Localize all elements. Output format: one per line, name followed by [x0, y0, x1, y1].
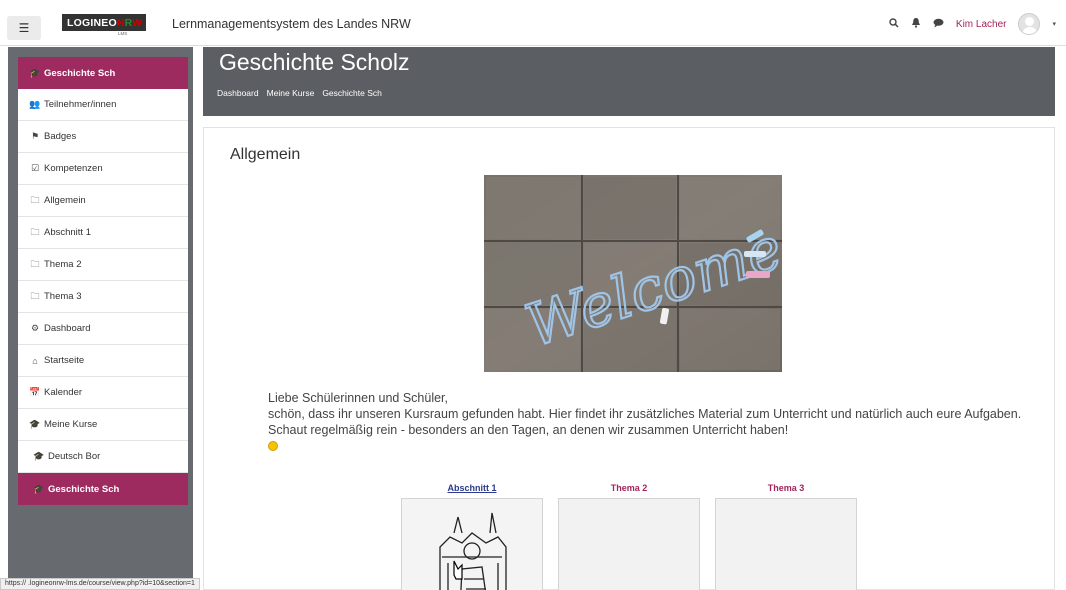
breadcrumb: Dashboard Meine Kurse Geschichte Sch — [217, 88, 382, 98]
sidebar-item-dashboard[interactable]: ⚙ Dashboard — [18, 313, 188, 345]
sidebar-item-label: Geschichte Sch — [44, 67, 116, 79]
folder-icon: 🗀 — [30, 290, 40, 301]
tile-thema-2[interactable]: Thema 2 — [558, 483, 700, 590]
tile-title[interactable]: Thema 2 — [558, 483, 700, 497]
sidebar-item-kalender[interactable]: 📅 Kalender — [18, 377, 188, 409]
tile-title[interactable]: Abschnitt 1 — [401, 483, 543, 497]
intro-text: Liebe Schülerinnen und Schüler, schön, d… — [268, 390, 1048, 455]
checkbox-icon: ☑ — [30, 163, 40, 173]
sidebar-item-badges[interactable]: ⚑ Badges — [18, 121, 188, 153]
user-name[interactable]: Kim Lacher — [956, 19, 1007, 30]
tile-title[interactable]: Thema 3 — [715, 483, 857, 497]
tile-image[interactable] — [715, 498, 857, 590]
logo-w: W — [132, 17, 143, 29]
course-nav: 🎓 Geschichte Sch 👥 Teilnehmer/innen ⚑ Ba… — [18, 57, 188, 313]
calendar-icon: 📅 — [29, 387, 41, 397]
sidebar: 🎓 Geschichte Sch 👥 Teilnehmer/innen ⚑ Ba… — [8, 47, 193, 590]
menu-toggle-button[interactable]: ☰ — [7, 16, 41, 40]
smiley-icon — [268, 441, 278, 451]
sidebar-item-label: Thema 3 — [44, 291, 82, 302]
page-header: Geschichte Scholz Dashboard Meine Kurse … — [203, 47, 1055, 116]
graduation-cap-icon: 🎓 — [29, 67, 41, 78]
section-tiles: Abschnitt 1 Thema 2 Thema 3 — [401, 483, 857, 590]
logo-subtitle: LMS — [118, 31, 128, 36]
sidebar-item-abschnitt-1[interactable]: 🗀 Abschnitt 1 — [18, 217, 188, 249]
users-icon: 👥 — [29, 99, 41, 109]
sidebar-item-label: Abschnitt 1 — [44, 227, 91, 238]
avatar[interactable] — [1018, 13, 1041, 35]
section-title: Allgemein — [230, 146, 301, 163]
sidebar-item-label: Kalender — [44, 387, 83, 398]
sidebar-item-thema-3[interactable]: 🗀 Thema 3 — [18, 281, 188, 313]
home-icon: ⌂ — [32, 355, 38, 366]
tile-image[interactable] — [401, 498, 543, 590]
sidebar-item-label: Kompetenzen — [44, 163, 103, 174]
sidebar-item-label: Teilnehmer/innen — [44, 99, 117, 110]
dashboard-icon: ⚙ — [30, 323, 40, 333]
tile-thema-3[interactable]: Thema 3 — [715, 483, 857, 590]
intro-greeting: Liebe Schülerinnen und Schüler, — [268, 391, 448, 405]
intro-body: schön, dass ihr unseren Kursraum gefunde… — [268, 407, 1022, 437]
sidebar-item-competencies[interactable]: ☑ Kompetenzen — [18, 153, 188, 185]
link-preview-statusbar: https:// .logineonrw-lms.de/course/view.… — [0, 578, 200, 590]
chat-icon[interactable] — [933, 18, 944, 31]
breadcrumb-dashboard[interactable]: Dashboard — [217, 88, 259, 98]
graduation-cap-icon: 🎓 — [29, 419, 41, 429]
graduation-cap-icon: 🎓 — [33, 483, 45, 494]
graduation-cap-icon: 🎓 — [33, 451, 45, 461]
breadcrumb-meine-kurse[interactable]: Meine Kurse — [267, 88, 315, 98]
sidebar-item-deutsch-bor[interactable]: 🎓 Deutsch Bor — [18, 441, 188, 473]
user-nav: Kim Lacher ▾ — [889, 13, 1056, 35]
logo-box: LOGINEONRW — [62, 14, 147, 31]
logo-text: LOGINEO — [67, 17, 117, 29]
page-title: Geschichte Scholz — [219, 49, 410, 75]
sidebar-item-label: Geschichte Sch — [48, 483, 120, 495]
search-icon[interactable] — [889, 17, 899, 31]
sidebar-item-geschichte-sch[interactable]: 🎓 Geschichte Sch — [18, 473, 188, 505]
sidebar-item-label: Allgemein — [44, 195, 86, 206]
sidebar-item-label: Meine Kurse — [44, 419, 98, 430]
sidebar-item-label: Dashboard — [44, 323, 91, 334]
folder-icon: 🗀 — [30, 258, 40, 269]
sidebar-item-thema-2[interactable]: 🗀 Thema 2 — [18, 249, 188, 281]
sidebar-item-course[interactable]: 🎓 Geschichte Sch — [18, 57, 188, 89]
bell-icon[interactable] — [911, 17, 921, 31]
site-title: Lernmanagementsystem des Landes NRW — [172, 17, 411, 31]
site-nav: ⚙ Dashboard ⌂ Startseite 📅 Kalender 🎓 Me… — [18, 313, 188, 505]
sidebar-item-allgemein[interactable]: 🗀 Allgemein — [18, 185, 188, 217]
sidebar-item-meine-kurse[interactable]: 🎓 Meine Kurse — [18, 409, 188, 441]
hamburger-icon: ☰ — [18, 21, 30, 35]
chevron-down-icon[interactable]: ▾ — [1052, 20, 1056, 28]
sidebar-item-startseite[interactable]: ⌂ Startseite — [18, 345, 188, 377]
folder-icon: 🗀 — [30, 194, 40, 205]
sidebar-item-label: Deutsch Bor — [48, 451, 101, 462]
shield-icon: ⚑ — [30, 131, 40, 141]
welcome-image: Welcome — [484, 175, 782, 372]
tile-image[interactable] — [558, 498, 700, 590]
sidebar-item-label: Badges — [44, 131, 77, 142]
logo-n: N — [116, 17, 125, 29]
sidebar-item-label: Startseite — [44, 355, 85, 366]
sidebar-item-participants[interactable]: 👥 Teilnehmer/innen — [18, 89, 188, 121]
sidebar-item-label: Thema 2 — [44, 259, 82, 270]
logo[interactable]: LOGINEONRW LMS — [62, 14, 147, 36]
breadcrumb-course[interactable]: Geschichte Sch — [322, 88, 382, 98]
folder-icon: 🗀 — [30, 226, 40, 237]
top-navbar: ☰ LOGINEONRW LMS Lernmanagementsystem de… — [0, 0, 1066, 46]
tile-abschnitt-1[interactable]: Abschnitt 1 — [401, 483, 543, 590]
course-content: Allgemein Welcome Liebe Schülerinnen und… — [203, 127, 1055, 590]
